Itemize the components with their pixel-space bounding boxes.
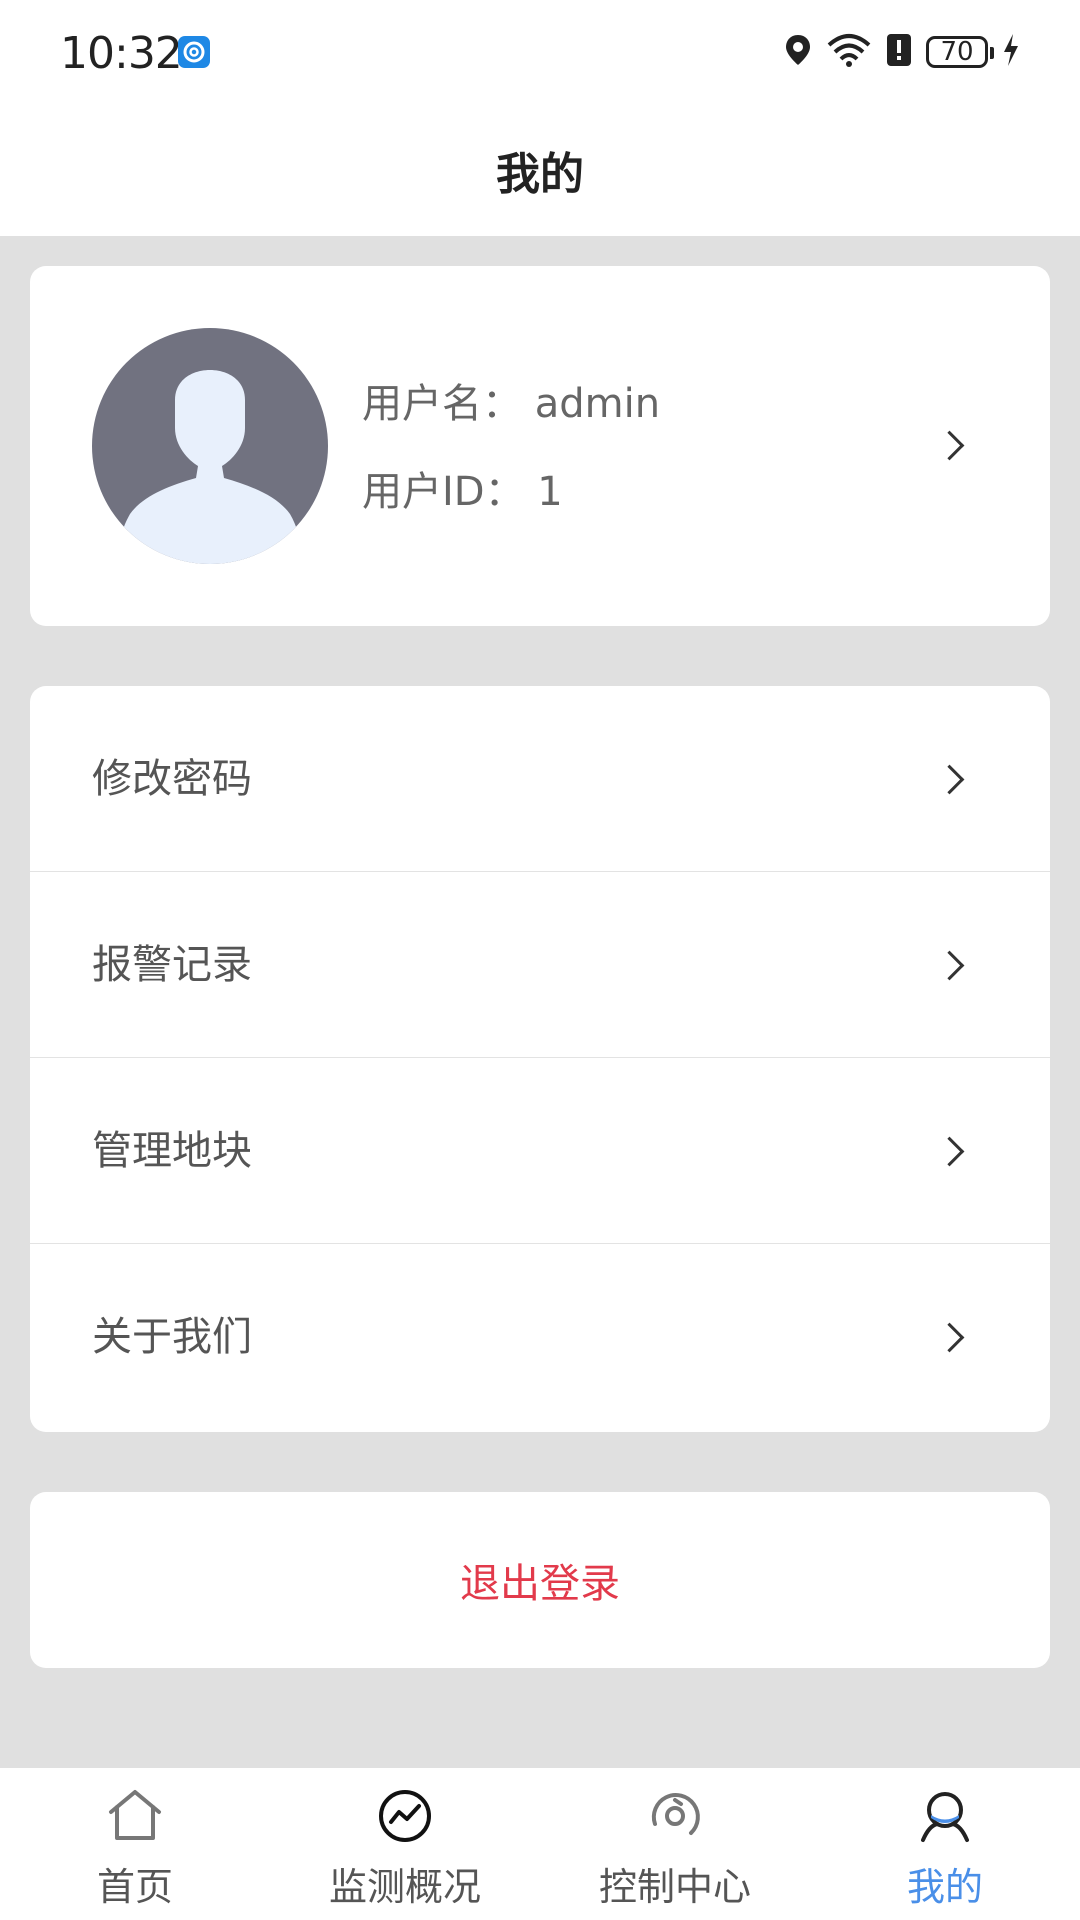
status-icons: 70: [784, 30, 1020, 74]
monitor-icon: [375, 1786, 435, 1846]
tab-control[interactable]: 控制中心: [540, 1768, 810, 1920]
menu-card: 修改密码 报警记录 管理地块 关于我们: [30, 686, 1050, 1432]
chevron-right-icon: [934, 950, 965, 981]
chevron-right-icon: [934, 1322, 965, 1353]
menu-item-manage-plots[interactable]: 管理地块: [30, 1058, 1050, 1244]
userid-label: 用户ID： 1: [362, 469, 563, 515]
logout-button[interactable]: 退出登录: [30, 1492, 1050, 1668]
location-icon: [784, 33, 812, 71]
alert-icon: [886, 33, 912, 71]
wifi-icon: [826, 33, 872, 71]
notification-app-icon: [178, 36, 210, 68]
tab-monitor[interactable]: 监测概况: [270, 1768, 540, 1920]
status-time: 10:32: [60, 28, 183, 79]
bottom-tab-bar: 首页 监测概况 控制中心 我的: [0, 1768, 1080, 1920]
user-icon: [915, 1786, 975, 1846]
menu-item-alarm-records[interactable]: 报警记录: [30, 872, 1050, 1058]
control-icon: [645, 1786, 705, 1846]
menu-item-label: 管理地块: [92, 1128, 252, 1174]
tab-label: 首页: [96, 1865, 173, 1909]
menu-item-label: 关于我们: [92, 1314, 252, 1360]
profile-info: 用户名： admin 用户ID： 1: [362, 376, 660, 552]
tab-label: 控制中心: [598, 1865, 751, 1909]
tab-mine[interactable]: 我的: [810, 1768, 1080, 1920]
avatar: [92, 328, 328, 564]
menu-item-label: 修改密码: [92, 756, 252, 802]
profile-card[interactable]: 用户名： admin 用户ID： 1: [30, 266, 1050, 626]
logout-label: 退出登录: [460, 1561, 620, 1607]
page-title: 我的: [496, 149, 584, 200]
user-silhouette-icon: [118, 370, 302, 564]
chevron-right-icon: [934, 764, 965, 795]
tab-home[interactable]: 首页: [0, 1768, 270, 1920]
chevron-right-icon: [934, 1136, 965, 1167]
page-header: 我的: [0, 104, 1080, 236]
battery-icon: 70: [926, 36, 994, 68]
chevron-right-icon: [934, 430, 965, 461]
username-label: 用户名： admin: [362, 381, 661, 427]
menu-item-change-password[interactable]: 修改密码: [30, 686, 1050, 872]
menu-item-label: 报警记录: [92, 942, 252, 988]
charging-icon: [1002, 33, 1020, 71]
status-bar: 10:32 70: [0, 0, 1080, 104]
tab-label: 我的: [906, 1865, 983, 1909]
tab-label: 监测概况: [328, 1865, 481, 1909]
home-icon: [105, 1786, 165, 1846]
menu-item-about-us[interactable]: 关于我们: [30, 1244, 1050, 1430]
